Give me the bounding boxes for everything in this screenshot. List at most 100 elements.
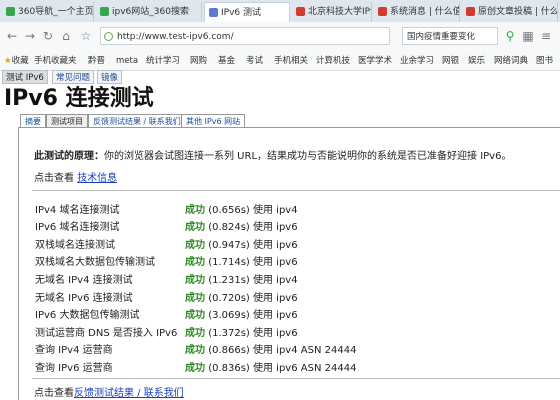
tech-prefix: 点击查看: [34, 173, 74, 184]
tab-other-sites[interactable]: 其他 IPv6 网站: [181, 114, 246, 128]
status-success: 成功: [185, 257, 205, 268]
bookmark-item[interactable]: 计算机技: [316, 52, 350, 70]
browser-tab-label: 原创文章投稿 | 什么: [478, 7, 558, 17]
tab-feedback[interactable]: 反馈测试结果 / 联系我们: [88, 114, 186, 128]
bookmark-item[interactable]: 手机相关: [274, 52, 308, 70]
browser-tab-label: 北京科技大学IPv6: [308, 7, 371, 17]
result-value: 成功 (0.866s) 使用 ipv4 ASN 24444: [185, 341, 356, 356]
star-icon[interactable]: ☆: [78, 28, 94, 44]
url-input[interactable]: http://www.test-ipv6.com/: [100, 27, 390, 45]
result-name: 双栈域名连接测试: [35, 240, 115, 251]
browser-tab-label: 系统消息 | 什么值得: [390, 7, 459, 17]
result-detail: (0.656s) 使用 ipv4: [208, 205, 298, 216]
feedback-prefix: 点击查看: [34, 388, 74, 399]
tech-info-link[interactable]: 技术信息: [77, 173, 117, 184]
result-detail: (1.372s) 使用 ipv6: [208, 328, 298, 339]
browser-tab[interactable]: 原创文章投稿 | 什么: [462, 2, 558, 22]
result-detail: (0.836s) 使用 ipv6 ASN 24444: [208, 363, 357, 374]
result-value: 成功 (0.656s) 使用 ipv4: [185, 201, 298, 216]
reload-icon[interactable]: ↻: [40, 28, 56, 44]
forward-icon[interactable]: →: [22, 28, 38, 44]
browser-tab-label: 360导航_一个主页: [18, 7, 94, 17]
result-name: 查询 IPv4 运营商: [35, 345, 113, 356]
status-success: 成功: [185, 293, 205, 304]
bookmark-item[interactable]: 网银: [442, 52, 459, 70]
result-name: IPv4 域名连接测试: [35, 205, 120, 216]
browser-tab[interactable]: ipv6网站_360搜索: [96, 2, 202, 22]
bookmark-item[interactable]: 娱乐: [468, 52, 485, 70]
bookmark-item[interactable]: 图书: [536, 52, 553, 70]
status-success: 成功: [185, 275, 205, 286]
menu-icon[interactable]: ≡: [538, 28, 554, 44]
result-value: 成功 (1.372s) 使用 ipv6: [185, 324, 298, 339]
browser-tab-label: IPv6 测试: [221, 8, 261, 18]
bookmark-item[interactable]: ★收藏: [4, 52, 29, 70]
bookmark-item[interactable]: 统计学习: [146, 52, 180, 70]
browser-tab-strip: 360导航_一个主页 ipv6网站_360搜索 IPv6 测试 北京科技大学IP…: [0, 0, 560, 23]
principle-text: 你的浏览器会试图连接一系列 URL，结果成功与否能说明你的系统是否已准备好迎接 …: [104, 151, 512, 162]
feedback-line: 点击查看反馈测试结果 / 联系我们: [34, 384, 184, 399]
site-favicon-icon: [100, 7, 109, 16]
site-favicon-icon: [378, 7, 387, 16]
browser-tab[interactable]: 北京科技大学IPv6: [292, 2, 372, 22]
search-input[interactable]: 国内疫情重要变化: [402, 27, 498, 45]
tech-info-line: 点击查看 技术信息: [34, 169, 117, 184]
result-name: IPv6 域名连接测试: [35, 222, 120, 233]
page-title: IPv6 连接测试: [4, 86, 154, 111]
panel-border: [18, 127, 19, 400]
status-success: 成功: [185, 345, 205, 356]
grid-icon[interactable]: ▦: [520, 28, 536, 44]
browser-tab-active[interactable]: IPv6 测试: [204, 2, 290, 22]
divider: [32, 378, 560, 379]
bookmark-item[interactable]: 网络词典: [494, 52, 528, 70]
tab-tests[interactable]: 测试项目: [46, 114, 88, 128]
bookmark-item[interactable]: 考试: [246, 52, 263, 70]
divider: [32, 190, 560, 191]
status-success: 成功: [185, 222, 205, 233]
bookmark-item[interactable]: 基金: [218, 52, 235, 70]
bookmark-item[interactable]: 黔晋: [88, 52, 105, 70]
back-icon[interactable]: ←: [4, 28, 20, 44]
result-name: 无域名 IPv6 连接测试: [35, 293, 133, 304]
principle-label: 此测试的原理：: [34, 151, 104, 162]
status-success: 成功: [185, 205, 205, 216]
search-icon[interactable]: ⚲: [502, 28, 518, 44]
result-detail: (0.866s) 使用 ipv4 ASN 24444: [208, 345, 357, 356]
bookmark-item[interactable]: 业余学习: [400, 52, 434, 70]
bookmark-label: 收藏: [11, 56, 29, 66]
bookmark-item[interactable]: 手机收藏夹: [34, 52, 77, 70]
status-success: 成功: [185, 240, 205, 251]
site-favicon-icon: [296, 7, 305, 16]
bookmark-item[interactable]: meta: [116, 52, 138, 70]
secure-icon: [104, 32, 113, 41]
feedback-link[interactable]: 反馈测试结果 / 联系我们: [74, 388, 184, 399]
result-detail: (0.947s) 使用 ipv6: [208, 240, 298, 251]
result-value: 成功 (1.231s) 使用 ipv4: [185, 271, 298, 286]
home-icon[interactable]: ⌂: [58, 28, 74, 44]
result-value: 成功 (0.947s) 使用 ipv6: [185, 236, 298, 251]
result-value: 成功 (3.069s) 使用 ipv6: [185, 306, 298, 321]
result-value: 成功 (0.836s) 使用 ipv6 ASN 24444: [185, 359, 356, 374]
bookmark-item[interactable]: 医学学术: [358, 52, 392, 70]
result-name: 双栈域名大数据包传输测试: [35, 257, 155, 268]
tab-divider: [18, 127, 560, 128]
bookmark-item[interactable]: 网购: [190, 52, 207, 70]
result-detail: (1.714s) 使用 ipv6: [208, 257, 298, 268]
result-detail: (0.824s) 使用 ipv6: [208, 222, 298, 233]
site-favicon-icon: [209, 8, 218, 17]
result-name: IPv6 大数据包传输测试: [35, 310, 140, 321]
star-icon: ★: [4, 56, 12, 66]
result-detail: (3.069s) 使用 ipv6: [208, 310, 298, 321]
result-name: 查询 IPv6 运营商: [35, 363, 113, 374]
browser-tab[interactable]: 系统消息 | 什么值得: [374, 2, 460, 22]
principle-paragraph: 此测试的原理：你的浏览器会试图连接一系列 URL，结果成功与否能说明你的系统是否…: [34, 147, 511, 162]
result-detail: (0.720s) 使用 ipv6: [208, 293, 298, 304]
browser-tab[interactable]: 360导航_一个主页: [2, 2, 94, 22]
result-name: 测试运营商 DNS 是否接入 IPv6: [35, 328, 178, 339]
result-value: 成功 (0.824s) 使用 ipv6: [185, 218, 298, 233]
tab-summary[interactable]: 摘要: [20, 114, 46, 128]
result-name: 无域名 IPv4 连接测试: [35, 275, 133, 286]
browser-tab-label: ipv6网站_360搜索: [112, 7, 189, 17]
site-favicon-icon: [466, 7, 475, 16]
bookmarks-bar: ★收藏 手机收藏夹 黔晋 meta 统计学习 网购 基金 考试 手机相关 计算机…: [0, 52, 560, 71]
